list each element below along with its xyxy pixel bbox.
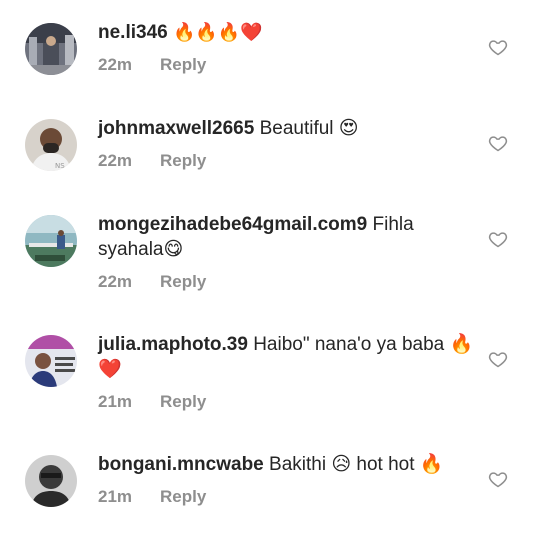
comment-text: johnmaxwell2665 Beautiful 😍	[98, 116, 478, 141]
like-button[interactable]	[488, 37, 508, 57]
heart-outline-icon	[488, 40, 508, 56]
comment-timestamp: 22m	[98, 272, 133, 291]
profile-photo-icon	[25, 23, 77, 75]
comment-timestamp: 22m	[98, 151, 133, 170]
profile-photo-icon	[25, 455, 77, 507]
comment-meta: 22m Reply	[98, 151, 478, 171]
comment-message: Bakithi 😥 hot hot 🔥	[269, 454, 444, 475]
avatar[interactable]	[25, 23, 77, 75]
comment-username[interactable]: ne.li346	[98, 22, 168, 43]
heart-outline-icon	[488, 352, 508, 368]
avatar[interactable]	[25, 455, 77, 507]
comment-meta: 22m Reply	[98, 55, 478, 75]
comment-message: 🔥🔥🔥❤️	[173, 22, 263, 43]
profile-photo-icon	[25, 215, 77, 267]
avatar[interactable]	[25, 215, 77, 267]
like-button[interactable]	[488, 349, 508, 369]
comment-text: julia.maphoto.39 Haibo" nana'o ya baba 🔥…	[98, 332, 478, 382]
comment-username[interactable]: julia.maphoto.39	[98, 334, 248, 355]
reply-button[interactable]: Reply	[160, 392, 206, 411]
like-button[interactable]	[488, 133, 508, 153]
comment-message: Beautiful 😍	[259, 118, 359, 139]
avatar[interactable]: NS	[25, 119, 77, 171]
like-button[interactable]	[488, 229, 508, 249]
heart-outline-icon	[488, 136, 508, 152]
comment-username[interactable]: bongani.mncwabe	[98, 454, 264, 475]
comment-username[interactable]: mongezihadebe64gmail.com9	[98, 214, 367, 235]
profile-photo-icon	[25, 335, 77, 387]
svg-text:NS: NS	[55, 162, 65, 170]
heart-outline-icon	[488, 472, 508, 488]
avatar[interactable]	[25, 335, 77, 387]
comment-timestamp: 21m	[98, 487, 133, 506]
comment-meta: 21m Reply	[98, 487, 478, 507]
heart-outline-icon	[488, 232, 508, 248]
comment-meta: 22m Reply	[98, 272, 478, 292]
comment-timestamp: 21m	[98, 392, 133, 411]
comment-timestamp: 22m	[98, 55, 133, 74]
comment-username[interactable]: johnmaxwell2665	[98, 118, 254, 139]
comment-text: ne.li346 🔥🔥🔥❤️	[98, 20, 478, 45]
profile-photo-icon: NS	[25, 119, 77, 171]
comment-text: mongezihadebe64gmail.com9 Fihla syahala😋	[98, 212, 478, 262]
reply-button[interactable]: Reply	[160, 151, 206, 170]
reply-button[interactable]: Reply	[160, 487, 206, 506]
reply-button[interactable]: Reply	[160, 272, 206, 291]
like-button[interactable]	[488, 469, 508, 489]
comment-text: bongani.mncwabe Bakithi 😥 hot hot 🔥	[98, 452, 478, 477]
reply-button[interactable]: Reply	[160, 55, 206, 74]
comment-meta: 21m Reply	[98, 392, 478, 412]
